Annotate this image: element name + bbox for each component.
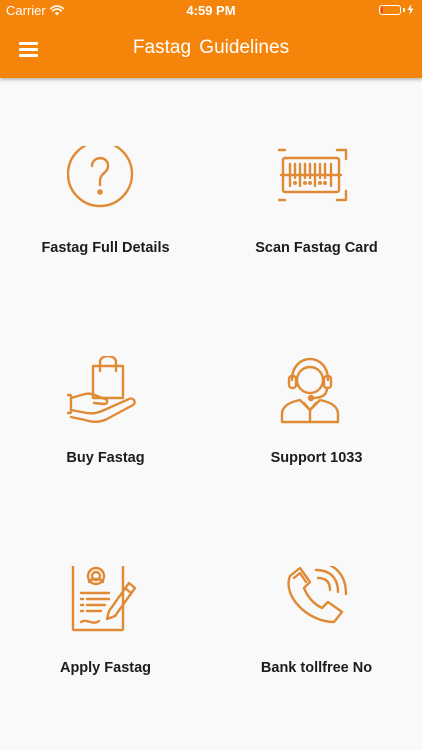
tile-label: Apply Fastag [59, 660, 152, 676]
app-screen: Carrier 4:59 PM Fastag Guidelines Fastag… [0, 0, 422, 750]
status-time: 4:59 PM [186, 3, 236, 18]
menu-grid: Fastag Full Details Scan Fastag Card Buy… [0, 78, 422, 750]
page-title: Fastag Guidelines [132, 37, 290, 58]
status-bar: Carrier 4:59 PM [0, 0, 422, 22]
tile-bank-tollfree-no[interactable]: Bank tollfree No [211, 498, 422, 708]
support-headset-icon [280, 357, 340, 424]
battery-level-fill [381, 6, 383, 13]
shopping-bag-hand-icon [67, 356, 136, 423]
phone-call-icon [287, 566, 348, 624]
tile-label: Scan Fastag Card [255, 240, 378, 256]
app-header: Carrier 4:59 PM Fastag Guidelines [0, 0, 422, 78]
tile-label: Support 1033 [270, 450, 363, 466]
barcode-scan-icon [278, 148, 348, 202]
tile-apply-fastag[interactable]: Apply Fastag [0, 498, 211, 708]
application-form-icon [71, 566, 137, 632]
tile-label: Bank tollfree No [260, 660, 373, 676]
tile-label: Fastag Full Details [41, 240, 170, 256]
battery-tip [403, 7, 405, 12]
tile-fastag-full-details[interactable]: Fastag Full Details [0, 78, 211, 288]
tile-buy-fastag[interactable]: Buy Fastag [0, 288, 211, 498]
charging-bolt-icon [407, 4, 414, 15]
battery-icon [379, 4, 401, 15]
tile-support-1033[interactable]: Support 1033 [211, 288, 422, 498]
tile-label: Buy Fastag [66, 450, 145, 466]
tile-scan-fastag-card[interactable]: Scan Fastag Card [211, 78, 422, 288]
question-circle-icon [67, 146, 134, 208]
navigation-bar: Fastag Guidelines [0, 22, 422, 78]
battery-indicator [379, 4, 414, 15]
